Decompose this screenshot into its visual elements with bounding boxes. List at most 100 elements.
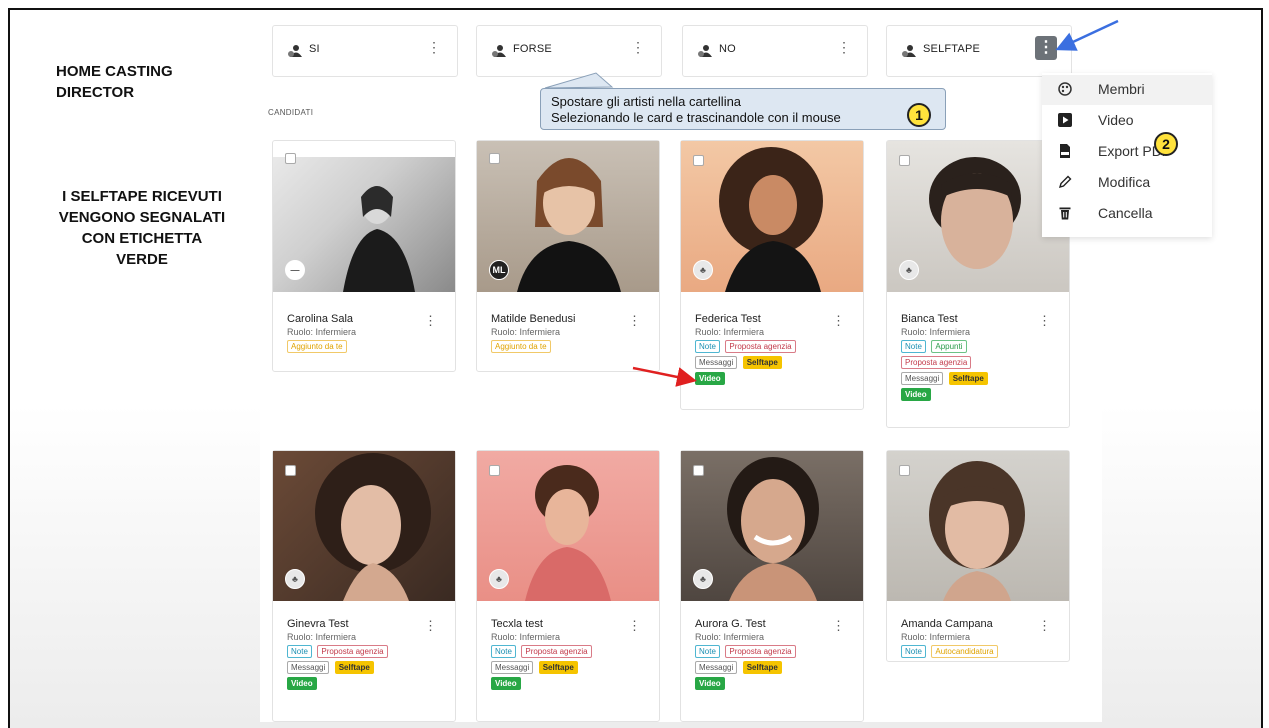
candidate-card[interactable]: ♣ Tecxla test Ruolo: Infermiera Note Pro… — [476, 450, 660, 722]
menu-item-label: Cancella — [1098, 205, 1153, 221]
menu-item-membri[interactable]: Membri — [1042, 75, 1212, 105]
tag-video[interactable]: Video — [695, 677, 725, 690]
tag-messaggi[interactable]: Messaggi — [287, 661, 330, 674]
kebab-menu-icon[interactable]: ⋮ — [837, 40, 851, 54]
owner-avatar: ♣ — [693, 260, 713, 280]
card-info: Amanda Campana Ruolo: Infermiera Note Au… — [901, 618, 1061, 661]
tag-messaggi[interactable]: Messaggi — [695, 356, 738, 369]
menu-item-export-pdf[interactable]: Export PDF — [1042, 137, 1212, 167]
side-note-line: VERDE — [116, 251, 168, 268]
candidate-photo: — — [273, 157, 455, 292]
tag-appunti[interactable]: Appunti — [931, 340, 967, 353]
candidate-name: Ginevra Test — [287, 618, 349, 630]
select-checkbox[interactable] — [489, 465, 500, 476]
folder-label: FORSE — [513, 43, 552, 55]
select-checkbox[interactable] — [285, 153, 296, 164]
tag-selftape[interactable]: Selftape — [538, 661, 578, 674]
kebab-menu-icon[interactable]: ⋮ — [427, 40, 441, 54]
side-note-line: CON ETICHETTA — [81, 230, 203, 247]
tag-video[interactable]: Video — [491, 677, 521, 690]
tag-selftape[interactable]: Selftape — [742, 356, 782, 369]
select-checkbox[interactable] — [899, 465, 910, 476]
tag-messaggi[interactable]: Messaggi — [901, 372, 944, 385]
tag-video[interactable]: Video — [287, 677, 317, 690]
kebab-menu-icon[interactable]: ⋮ — [628, 313, 641, 329]
kebab-menu-icon[interactable]: ⋮ — [832, 618, 845, 634]
owner-avatar: ♣ — [285, 569, 305, 589]
tag-proposta[interactable]: Proposta agenzia — [725, 645, 796, 658]
kebab-menu-icon[interactable]: ⋮ — [631, 40, 645, 54]
side-heading-line: HOME CASTING — [56, 63, 173, 80]
card-info: Federica Test Ruolo: Infermiera Note Pro… — [695, 313, 855, 388]
tag-autocandidatura[interactable]: Autocandidatura — [931, 645, 998, 658]
candidate-role: Ruolo: Infermiera — [491, 327, 561, 337]
pencil-icon — [1058, 175, 1072, 189]
owner-avatar: ♣ — [693, 569, 713, 589]
kebab-menu-icon[interactable]: ⋮ — [424, 618, 437, 634]
tag-video[interactable]: Video — [901, 388, 931, 401]
tag-messaggi[interactable]: Messaggi — [695, 661, 738, 674]
tag-proposta[interactable]: Proposta agenzia — [521, 645, 592, 658]
candidate-photo: ML — [477, 141, 659, 292]
candidate-card[interactable]: — Carolina Sala Ruolo: Infermiera Aggiun… — [272, 140, 456, 372]
tag-aggiunto[interactable]: Aggiunto da te — [491, 340, 551, 353]
menu-item-modifica[interactable]: Modifica — [1042, 168, 1212, 198]
candidate-card[interactable]: ♣ Aurora G. Test Ruolo: Infermiera Note … — [680, 450, 864, 722]
candidate-role: Ruolo: Infermiera — [287, 327, 357, 337]
card-info: Tecxla test Ruolo: Infermiera Note Propo… — [491, 618, 651, 693]
tag-selftape[interactable]: Selftape — [742, 661, 782, 674]
tag-note[interactable]: Note — [695, 340, 720, 353]
tag-video[interactable]: Video — [695, 372, 725, 385]
palette-icon — [1058, 82, 1072, 96]
tag-note[interactable]: Note — [287, 645, 312, 658]
kebab-menu-icon[interactable]: ⋮ — [628, 618, 641, 634]
kebab-menu-icon[interactable]: ⋮ — [1038, 313, 1051, 329]
tag-note[interactable]: Note — [491, 645, 516, 658]
kebab-menu-button-active[interactable]: ⋮ — [1035, 36, 1057, 60]
tag-selftape[interactable]: Selftape — [948, 372, 988, 385]
kebab-menu-icon[interactable]: ⋮ — [424, 313, 437, 329]
candidate-name: Bianca Test — [901, 313, 958, 325]
kebab-menu-icon[interactable]: ⋮ — [832, 313, 845, 329]
select-checkbox[interactable] — [693, 465, 704, 476]
select-checkbox[interactable] — [285, 465, 296, 476]
tag-messaggi[interactable]: Messaggi — [491, 661, 534, 674]
candidate-photo — [887, 451, 1069, 601]
folder-label: NO — [719, 43, 736, 55]
folder-no[interactable]: NO ⋮ — [682, 25, 868, 77]
tag-proposta[interactable]: Proposta agenzia — [901, 356, 972, 369]
candidate-card[interactable]: ML Matilde Benedusi Ruolo: Infermiera Ag… — [476, 140, 660, 372]
select-checkbox[interactable] — [489, 153, 500, 164]
tag-note[interactable]: Note — [901, 645, 926, 658]
select-checkbox[interactable] — [693, 155, 704, 166]
tag-aggiunto[interactable]: Aggiunto da te — [287, 340, 347, 353]
menu-item-video[interactable]: Video — [1042, 106, 1212, 136]
tag-proposta[interactable]: Proposta agenzia — [725, 340, 796, 353]
candidate-name: Federica Test — [695, 313, 761, 325]
owner-avatar: ♣ — [489, 569, 509, 589]
menu-item-label: Membri — [1098, 81, 1145, 97]
folder-selftape[interactable]: SELFTAPE ⋮ — [886, 25, 1072, 77]
callout-line: Selezionando le card e trascinandole con… — [551, 110, 841, 125]
candidate-card[interactable]: ♣ Ginevra Test Ruolo: Infermiera Note Pr… — [272, 450, 456, 722]
candidate-card[interactable]: ♣ Federica Test Ruolo: Infermiera Note P… — [680, 140, 864, 410]
menu-item-cancella[interactable]: Cancella — [1042, 199, 1212, 229]
tag-note[interactable]: Note — [695, 645, 720, 658]
owner-avatar: ML — [489, 260, 509, 280]
folder-user-icon — [698, 45, 712, 57]
select-checkbox[interactable] — [899, 155, 910, 166]
candidate-card[interactable]: Amanda Campana Ruolo: Infermiera Note Au… — [886, 450, 1070, 662]
candidate-role: Ruolo: Infermiera — [695, 327, 765, 337]
callout-line: Spostare gli artisti nella cartellina — [551, 94, 742, 109]
candidate-name: Carolina Sala — [287, 313, 354, 325]
side-note-line: VENGONO SEGNALATI — [58, 209, 226, 226]
tag-proposta[interactable]: Proposta agenzia — [317, 645, 388, 658]
folder-si[interactable]: SI ⋮ — [272, 25, 458, 77]
candidate-name: Tecxla test — [491, 618, 543, 630]
side-heading: HOME CASTING DIRECTOR — [56, 61, 236, 103]
tag-note[interactable]: Note — [901, 340, 926, 353]
kebab-menu-icon[interactable]: ⋮ — [1038, 618, 1051, 634]
folder-forse[interactable]: FORSE ⋮ — [476, 25, 662, 77]
tag-selftape[interactable]: Selftape — [334, 661, 374, 674]
step-badge-1: 1 — [907, 103, 931, 127]
